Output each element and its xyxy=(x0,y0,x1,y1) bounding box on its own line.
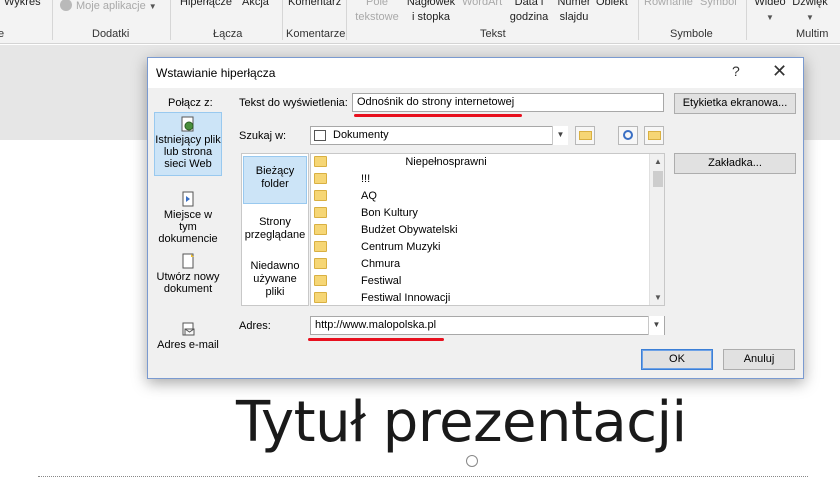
address-input[interactable]: http://www.malopolska.pl xyxy=(310,316,665,335)
list-item[interactable]: Niepełnosprawni xyxy=(311,154,649,171)
email-icon xyxy=(182,322,195,336)
nav-current-folder[interactable]: Bieżący folder xyxy=(243,156,307,204)
ribbon-group-left-fragment: e xyxy=(0,28,4,40)
file-list-scrollbar[interactable]: ▲ ▼ xyxy=(649,154,664,305)
ribbon-object[interactable]: Obiekt xyxy=(596,0,628,10)
ribbon-separator xyxy=(52,0,53,40)
sidebar-item-place-in-document[interactable]: Miejsce w tym dokumencie xyxy=(154,188,222,245)
slide-title[interactable]: Tytuł prezentacji xyxy=(236,390,687,455)
ribbon-slide-number[interactable]: Numer slajdu xyxy=(556,0,592,25)
rotate-handle-icon[interactable] xyxy=(466,455,478,467)
list-item[interactable]: !!! xyxy=(311,171,649,188)
folder-icon xyxy=(314,224,327,235)
ribbon-header-footer[interactable]: Nagłówek i stopka xyxy=(404,0,458,25)
scroll-down-icon[interactable]: ▼ xyxy=(650,290,664,305)
link-to-sidebar: Istniejący plik lub strona sieci Web Mie… xyxy=(154,112,222,372)
help-button[interactable]: ? xyxy=(732,63,740,79)
list-item[interactable]: Budżet Obywatelski xyxy=(311,222,649,239)
folder-icon xyxy=(314,258,327,269)
sidebar-item-create-new-document[interactable]: Utwórz nowy dokument xyxy=(154,250,222,300)
ribbon-symbol[interactable]: Symbol xyxy=(700,0,737,10)
scroll-up-icon[interactable]: ▲ xyxy=(650,154,664,170)
folder-icon xyxy=(314,241,327,252)
new-document-icon xyxy=(182,253,194,269)
ribbon-audio[interactable]: Dźwięk ▼ xyxy=(790,0,830,25)
nav-browsed-pages[interactable]: Strony przeglądane xyxy=(243,212,307,252)
ribbon-date-time[interactable]: Data i godzina xyxy=(508,0,550,25)
ribbon-wordart[interactable]: WordArt xyxy=(462,0,502,10)
look-in-label: Szukaj w: xyxy=(239,130,287,142)
ribbon-separator xyxy=(282,0,283,40)
sidebar-item-label: Miejsce w tym dokumencie xyxy=(158,209,218,245)
sidebar-item-label: Adres e-mail xyxy=(157,339,219,351)
ribbon-separator xyxy=(170,0,171,40)
ribbon-equation[interactable]: Równanie xyxy=(644,0,693,10)
ok-button[interactable]: OK xyxy=(641,349,713,370)
browse-file-icon[interactable] xyxy=(644,126,664,145)
list-item[interactable]: Festiwal Innowacji xyxy=(311,290,649,305)
dialog-titlebar: Wstawianie hiperłącza ? ✕ xyxy=(148,58,803,88)
browse-web-icon[interactable] xyxy=(618,126,638,145)
apps-icon xyxy=(60,0,72,11)
sidebar-item-label: Istniejący plik lub strona sieci Web xyxy=(155,134,221,170)
chevron-down-icon[interactable]: ▼ xyxy=(648,316,664,335)
ribbon-separator xyxy=(346,0,347,40)
document-place-icon xyxy=(182,191,194,207)
list-item[interactable]: Bon Kultury xyxy=(311,205,649,222)
ribbon-chart[interactable]: Wykres xyxy=(4,0,41,10)
ribbon-action[interactable]: Akcja xyxy=(242,0,269,10)
sidebar-item-existing-file[interactable]: Istniejący plik lub strona sieci Web xyxy=(154,112,222,176)
insert-hyperlink-dialog: Wstawianie hiperłącza ? ✕ Połącz z: Istn… xyxy=(147,57,804,379)
documents-folder-icon xyxy=(314,130,326,141)
ribbon-my-apps[interactable]: Moje aplikacje ▼ xyxy=(60,0,157,14)
ribbon-textbox[interactable]: Pole tekstowe xyxy=(354,0,400,25)
bookmark-button[interactable]: Zakładka... xyxy=(674,153,796,174)
list-item[interactable]: Centrum Muzyki xyxy=(311,239,649,256)
display-text-input[interactable]: Odnośnik do strony internetowej xyxy=(352,93,664,112)
ribbon-group-media: Multim xyxy=(796,28,829,40)
ribbon-video[interactable]: Wideo ▼ xyxy=(752,0,788,25)
ribbon-separator xyxy=(746,0,747,40)
annotation-underline xyxy=(354,114,522,117)
nav-recent-files[interactable]: Niedawno używane pliki xyxy=(243,258,307,304)
list-item[interactable]: Festiwal xyxy=(311,273,649,290)
ribbon-hyperlink[interactable]: Hiperłącze xyxy=(180,0,232,10)
close-icon[interactable]: ✕ xyxy=(772,61,787,82)
screentip-button[interactable]: Etykietka ekranowa... xyxy=(674,93,796,114)
folder-icon xyxy=(314,292,327,303)
look-in-value: Dokumenty xyxy=(333,129,389,141)
browse-nav-panel: Bieżący folder Strony przeglądane Niedaw… xyxy=(241,153,309,306)
display-text-label: Tekst do wyświetlenia: xyxy=(239,97,348,109)
title-placeholder-border xyxy=(38,476,808,477)
sidebar-item-label: Utwórz nowy dokument xyxy=(156,271,220,295)
sidebar-item-email-address[interactable]: Adres e-mail xyxy=(154,318,222,358)
ribbon-group-text: Tekst xyxy=(480,28,506,40)
annotation-underline xyxy=(308,338,444,341)
folder-icon xyxy=(314,190,327,201)
ribbon: Wykres Moje aplikacje ▼ Hiperłącze Akcja… xyxy=(0,0,840,44)
dialog-title: Wstawianie hiperłącza xyxy=(156,66,276,80)
chevron-down-icon[interactable]: ▼ xyxy=(552,126,568,145)
folder-icon xyxy=(314,173,327,184)
folder-icon xyxy=(314,275,327,286)
ribbon-group-links: Łącza xyxy=(213,28,243,40)
ribbon-group-comments: Komentarze xyxy=(286,28,346,40)
up-folder-icon[interactable] xyxy=(575,126,595,145)
file-list: Niepełnosprawni !!! AQ Bon Kultury Budże… xyxy=(310,153,665,306)
folder-icon xyxy=(314,207,327,218)
scroll-thumb[interactable] xyxy=(653,171,663,187)
list-item[interactable]: Chmura xyxy=(311,256,649,273)
ribbon-group-addins: Dodatki xyxy=(92,28,130,40)
web-page-icon xyxy=(181,116,194,132)
ribbon-separator xyxy=(638,0,639,40)
look-in-select[interactable]: Dokumenty xyxy=(310,126,568,145)
list-item[interactable]: AQ xyxy=(311,188,649,205)
ribbon-group-symbols: Symbole xyxy=(670,28,713,40)
ribbon-comment[interactable]: Komentarz xyxy=(288,0,341,10)
cancel-button[interactable]: Anuluj xyxy=(723,349,795,370)
address-label: Adres: xyxy=(239,320,271,332)
link-to-label: Połącz z: xyxy=(168,97,213,109)
